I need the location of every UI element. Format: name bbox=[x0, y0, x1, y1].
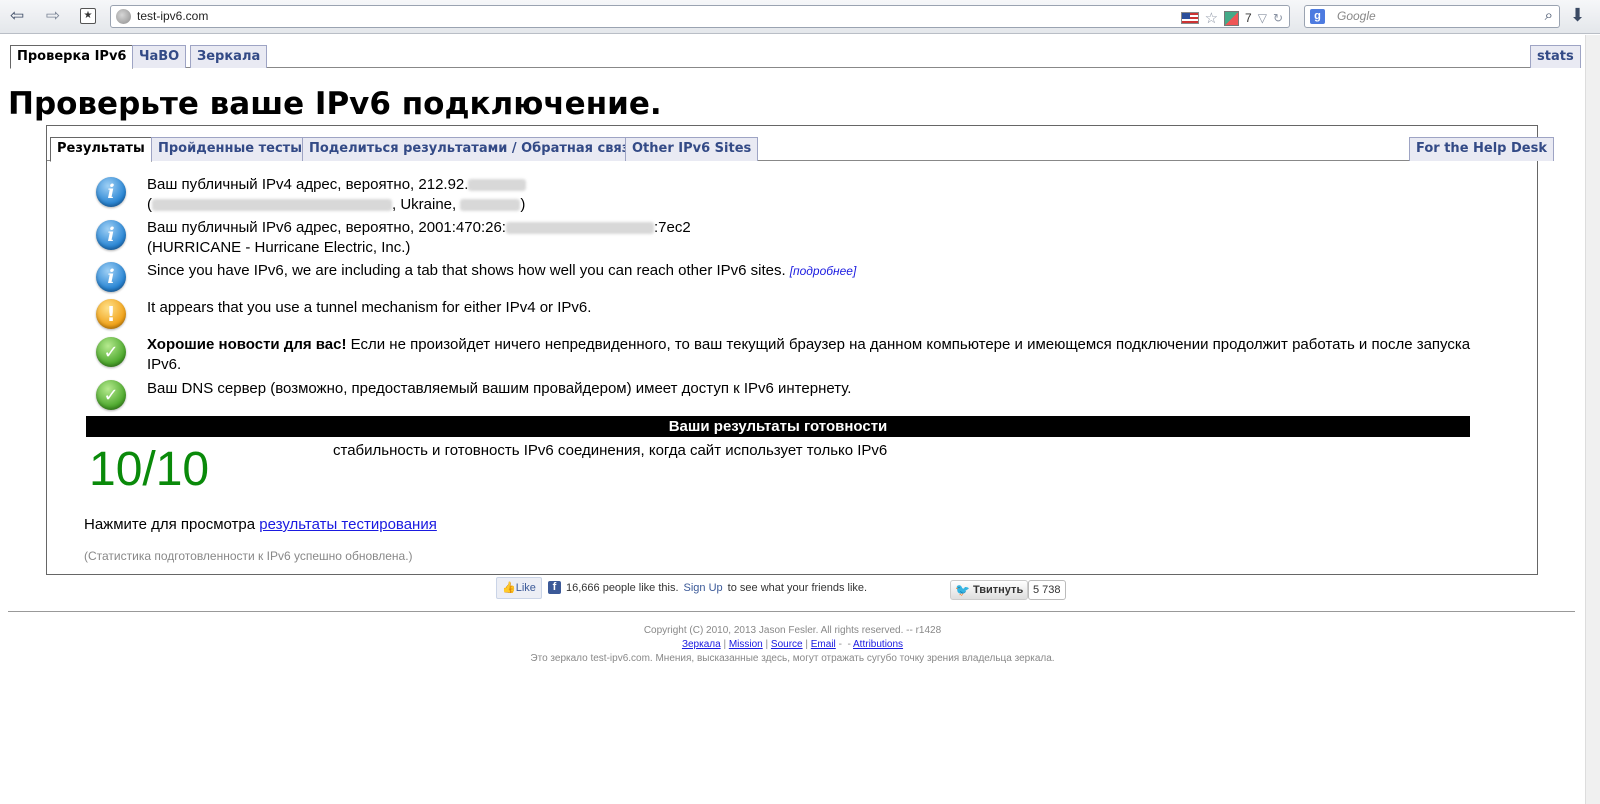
info-icon: i bbox=[96, 220, 126, 250]
view-results-line: Нажмите для просмотра результаты тестиро… bbox=[84, 516, 437, 533]
search-bar[interactable]: g Google ⌕ bbox=[1304, 5, 1560, 28]
footer: Copyright (C) 2010, 2013 Jason Fesler. A… bbox=[0, 624, 1585, 666]
good-news-message: Хорошие новости для вас! Если не произой… bbox=[147, 336, 1471, 373]
tab-results[interactable]: Результаты bbox=[50, 137, 152, 162]
footer-link-email[interactable]: Email bbox=[811, 639, 836, 650]
redacted-text bbox=[468, 179, 527, 192]
more-link[interactable]: [подробнее] bbox=[790, 264, 857, 278]
ok-check-icon: ✓ bbox=[96, 380, 126, 410]
addon-icon[interactable] bbox=[1224, 10, 1240, 26]
dns-message: Ваш DNS сервер (возможно, предоставляемы… bbox=[147, 380, 852, 397]
dropdown-arrow-icon[interactable]: ▽ bbox=[1258, 11, 1267, 25]
footer-link-mission[interactable]: Mission bbox=[729, 639, 763, 650]
twitter-bird-icon: 🐦 bbox=[955, 583, 970, 597]
tweet-count: 5 738 bbox=[1028, 580, 1066, 600]
tab-faq[interactable]: ЧаВО bbox=[132, 45, 187, 68]
redacted-text bbox=[505, 222, 654, 235]
facebook-like-button[interactable]: 👍Like bbox=[496, 577, 542, 599]
readiness-description: стабильность и готовность IPv6 соединени… bbox=[333, 442, 888, 459]
search-input[interactable]: Google bbox=[1337, 9, 1376, 23]
browser-toolbar: ⇦ ⇨ ★ test-ipv6.com ☆ 7 ▽ ↻ g Google ⌕ ⬇ bbox=[0, 0, 1600, 34]
tab-help-desk[interactable]: For the Help Desk bbox=[1409, 137, 1555, 161]
facebook-signup-link[interactable]: Sign Up bbox=[684, 582, 723, 594]
facebook-like-text: f 16,666 people like this. Sign Up to se… bbox=[548, 581, 867, 594]
test-results-link[interactable]: результаты тестирования bbox=[259, 516, 437, 533]
footer-link-source[interactable]: Source bbox=[771, 639, 803, 650]
bookmark-star-box-icon[interactable]: ★ bbox=[80, 8, 96, 24]
ipv6-message: Ваш публичный IPv6 адрес, вероятно, 2001… bbox=[147, 219, 691, 256]
redacted-text bbox=[460, 199, 521, 212]
inner-tabs: Результаты Пройденные тесты Поделиться р… bbox=[47, 137, 1555, 162]
url-text[interactable]: test-ipv6.com bbox=[137, 9, 208, 23]
divider bbox=[8, 611, 1575, 612]
info-icon: i bbox=[96, 177, 126, 207]
reload-icon[interactable]: ↻ bbox=[1273, 11, 1283, 25]
facebook-icon: f bbox=[548, 581, 561, 594]
results-panel: Результаты Пройденные тесты Поделиться р… bbox=[46, 125, 1555, 575]
addon-count: 7 bbox=[1245, 11, 1252, 25]
ipv4-message: Ваш публичный IPv4 адрес, вероятно, 212.… bbox=[147, 176, 527, 213]
star-icon[interactable]: ☆ bbox=[1205, 9, 1218, 27]
tab-tests-run[interactable]: Пройденные тесты bbox=[151, 137, 309, 161]
url-bar[interactable]: test-ipv6.com ☆ 7 ▽ ↻ bbox=[110, 5, 1290, 28]
footer-link-mirrors[interactable]: Зеркала bbox=[682, 639, 721, 650]
tab-other-ipv6-sites[interactable]: Other IPv6 Sites bbox=[625, 137, 759, 161]
footer-links: Зеркала | Mission | Source | Email - - A… bbox=[681, 639, 904, 650]
footer-link-attributions[interactable]: Attributions bbox=[853, 639, 903, 650]
scrollbar[interactable] bbox=[1585, 35, 1600, 804]
download-icon[interactable]: ⬇ bbox=[1570, 5, 1585, 26]
us-flag-icon[interactable] bbox=[1180, 12, 1199, 24]
page-title: Проверьте ваше IPv6 подключение. bbox=[8, 86, 662, 122]
google-icon[interactable]: g bbox=[1310, 9, 1325, 24]
tab-check-ipv6[interactable]: Проверка IPv6 bbox=[10, 45, 134, 69]
copyright: Copyright (C) 2010, 2013 Jason Fesler. A… bbox=[643, 625, 942, 636]
search-icon[interactable]: ⌕ bbox=[1545, 7, 1553, 24]
warning-icon: ! bbox=[96, 299, 126, 329]
forward-arrow-icon[interactable]: ⇨ bbox=[42, 5, 64, 27]
tab-share-feedback[interactable]: Поделиться результатами / Обратная связь bbox=[302, 137, 645, 161]
back-arrow-icon[interactable]: ⇦ bbox=[6, 5, 28, 27]
redacted-text bbox=[152, 199, 392, 212]
tunnel-message: It appears that you use a tunnel mechani… bbox=[147, 299, 592, 316]
readiness-header: Ваши результаты готовности bbox=[86, 416, 1470, 437]
top-tabs: Проверка IPv6 ЧаВО Зеркала stats bbox=[10, 45, 1581, 69]
tab-mirrors[interactable]: Зеркала bbox=[190, 45, 268, 68]
tab-stats[interactable]: stats bbox=[1530, 45, 1581, 68]
tweet-button[interactable]: 🐦 Твитнуть bbox=[950, 580, 1029, 600]
info-icon: i bbox=[96, 262, 126, 292]
globe-icon bbox=[116, 9, 131, 24]
status-note: (Статистика подготовленности к IPv6 успе… bbox=[84, 549, 413, 563]
readiness-score: 10/10 bbox=[89, 443, 210, 496]
ipv6-tab-note: Since you have IPv6, we are including a … bbox=[147, 262, 857, 279]
ok-check-icon: ✓ bbox=[96, 337, 126, 367]
mirror-note: Это зеркало test-ipv6.com. Мнения, выска… bbox=[530, 653, 1055, 664]
